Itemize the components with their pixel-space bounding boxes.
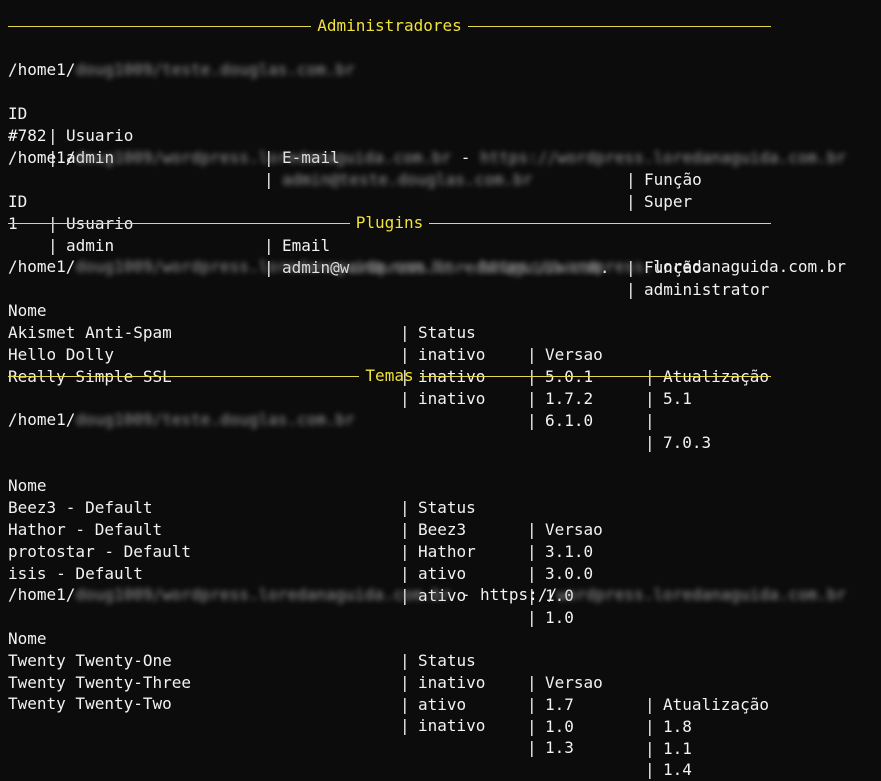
table-row: Twenty Twenty-Two | inativo | 1.3 | 1.4 <box>8 694 692 779</box>
column-separator: | <box>527 411 537 430</box>
column-separator: | <box>400 651 410 670</box>
column-separator: | <box>400 542 410 561</box>
table-row: Akismet Anti-Spam | inativo | 5.0.1 | 5.1 <box>8 323 692 408</box>
column-separator: | <box>527 695 537 714</box>
column-separator: | <box>527 389 537 408</box>
column-separator: | <box>527 608 537 627</box>
table-header: ID | Usuario | E-mail | Função <box>8 104 702 189</box>
column-separator: | <box>527 738 537 757</box>
column-separator: | <box>527 345 537 364</box>
column-separator: | <box>645 411 655 430</box>
column-separator: | <box>626 170 636 189</box>
column-separator: | <box>527 564 537 583</box>
table-row: Hathor - Default | Hathor | 3.0.0 <box>8 520 594 583</box>
column-separator: | <box>400 498 410 517</box>
site-path: /home1/doug1009/teste.douglas.com.br <box>8 410 355 429</box>
column-separator: | <box>645 739 655 758</box>
column-separator: | <box>264 236 274 255</box>
site-path: /home1/doug1009/wordpress.loredanaguida.… <box>8 257 847 276</box>
table-row: #782 | admin | admin@teste.douglas.com.br … <box>8 126 693 211</box>
column-separator: | <box>527 520 537 539</box>
column-separator: | <box>626 192 636 211</box>
table-header: Nome | Status | Versao | Atualização <box>8 301 769 386</box>
column-separator: | <box>400 673 410 692</box>
terminal-window: { "theme": { "accent": "#f0e33a", "rule"… <box>0 0 881 779</box>
table-row: 1 | admin | admin@wordpress.loredanaguida.… <box>8 214 770 299</box>
table-row: Twenty Twenty-Three | ativo | 1.0 | 1.1 <box>8 673 692 758</box>
column-separator: | <box>527 717 537 736</box>
column-separator: | <box>645 760 655 779</box>
section-title-plugins: Plugins <box>355 213 424 232</box>
table-header: Nome | Status | Versao | Atualização <box>8 629 769 714</box>
table-header: ID | Usuario | Email | Função <box>8 192 702 277</box>
table-row: isis - Default | ativo | 1.0 <box>8 564 574 627</box>
section-divider-admins: Administradores <box>8 15 771 37</box>
column-separator: | <box>527 673 537 692</box>
column-separator: | <box>645 695 655 714</box>
section-title-admins: Administradores <box>317 16 462 35</box>
table-row: Hello Dolly | inativo | 1.7.2 | <box>8 345 655 430</box>
column-separator: | <box>400 564 410 583</box>
column-separator: | <box>400 695 410 714</box>
column-separator: | <box>527 542 537 561</box>
column-separator: | <box>400 520 410 539</box>
column-separator: | <box>48 236 58 255</box>
column-separator: | <box>645 717 655 736</box>
column-separator: | <box>48 126 58 145</box>
site-path: /home1/doug1009/wordpress.loredanaguida.… <box>8 585 847 604</box>
site-path: /home1/doug1009/wordpress.loredanaguida.… <box>8 148 847 167</box>
table-row: protostar - Default | ativo | 1.0 <box>8 542 574 605</box>
table-row: Twenty Twenty-One | inativo | 1.7 | 1.8 <box>8 651 692 736</box>
site-path: /home1/doug1009/teste.douglas.com.br <box>8 60 355 79</box>
section-divider-themes: Temas <box>8 365 772 387</box>
column-separator: | <box>400 323 410 342</box>
column-separator: | <box>645 433 655 452</box>
section-divider-plugins: Plugins <box>8 212 771 234</box>
table-row: Really Simple SSL | inativo | 6.1.0 | 7.0.3 <box>8 367 712 452</box>
section-title-themes: Temas <box>365 366 414 385</box>
table-row: Beez3 - Default | Beez3 | 3.1.0 <box>8 498 594 561</box>
table-header: Nome | Status | Versao <box>8 476 603 539</box>
column-separator: | <box>400 389 410 408</box>
column-separator: | <box>400 716 410 735</box>
column-separator: | <box>626 280 636 299</box>
column-separator: | <box>400 345 410 364</box>
column-separator: | <box>645 389 655 408</box>
column-separator: | <box>264 170 274 189</box>
